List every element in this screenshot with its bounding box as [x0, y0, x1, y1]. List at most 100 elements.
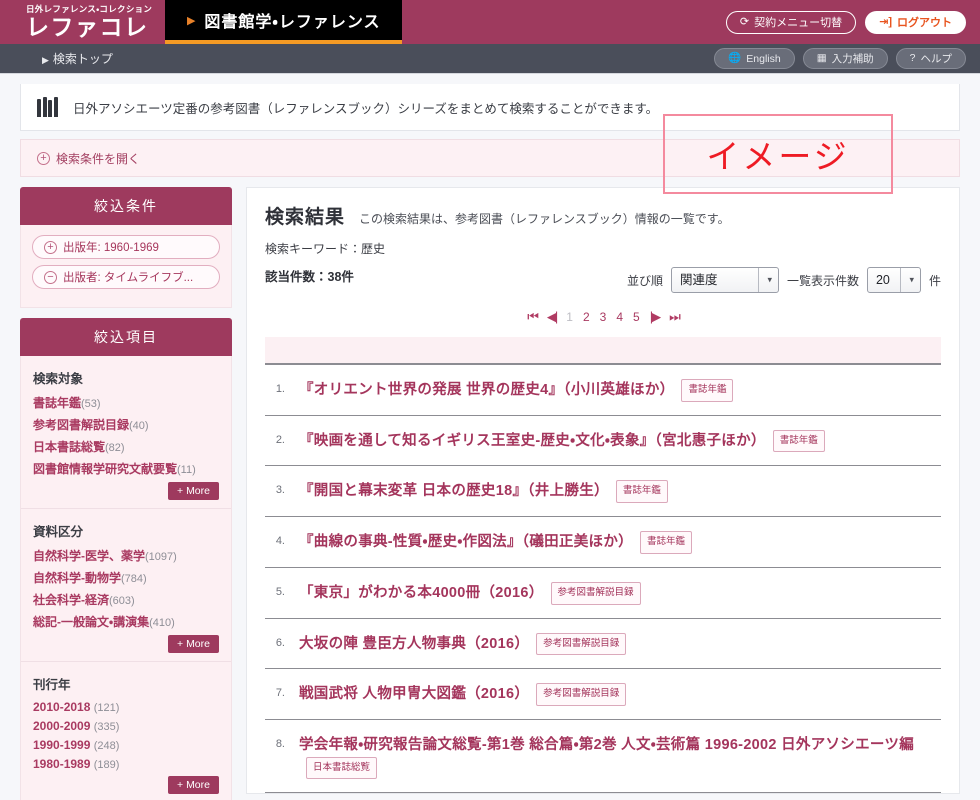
facet-item[interactable]: 1980-1989 (189) [33, 757, 219, 771]
result-row: 8. 学会年報・研究報告論文総覧-第1巻 総合篇・第2巻 人文・芸術篇 1996… [265, 720, 941, 794]
facet-item-label: 自然科学-医学、薬学 [33, 549, 145, 563]
pagination-next-button[interactable]: |▶ [650, 309, 661, 325]
result-title-link[interactable]: 学会年報・研究報告論文総覧-第1巻 総合篇・第2巻 人文・芸術篇 1996‐20… [299, 737, 914, 753]
logo-title: レファコレ [26, 13, 149, 40]
facet-item-count: (11) [177, 464, 196, 476]
filter-conditions-body: + 出版年: 1960-1969 − 出版者: タイムライフブ... [20, 225, 232, 308]
facet-item-label: 図書館情報学研究文献要覧 [33, 462, 178, 476]
input-help-button[interactable]: ▦ 入力補助 [802, 48, 888, 69]
secondary-nav-actions: 🌐 English ▦ 入力補助 ? ヘルプ [714, 48, 966, 69]
facet-item[interactable]: 2010-2018 (121) [33, 700, 219, 714]
result-index: 7. [275, 687, 285, 700]
pagination-last-button[interactable]: ⏭ [669, 309, 681, 325]
filter-chip-publication-year[interactable]: + 出版年: 1960-1969 [32, 235, 220, 259]
facet-item-label: 参考図書解説目録 [33, 418, 130, 432]
logout-label: ログアウト [897, 17, 952, 29]
contract-menu-switch-button[interactable]: ⟳ 契約メニュー切替 [725, 10, 857, 34]
filter-chip-publisher[interactable]: − 出版者: タイムライフブ... [32, 265, 220, 289]
facet-item[interactable]: 日本書誌総覧(82) [33, 438, 219, 455]
result-source-badge[interactable]: 書誌年鑑 [639, 531, 692, 554]
facet-item[interactable]: 1990-1999 (248) [33, 738, 219, 752]
result-title-link[interactable]: 『曲線の事典-性質・歴史・作図法』（礒田正美ほか） [299, 534, 633, 550]
result-row: 7. 戦国武将 人物甲冑大図鑑（2016） 参考図書解説目録 [265, 669, 941, 721]
refresh-icon: ⟳ [739, 15, 750, 28]
per-page-select-wrap: 20 [866, 267, 921, 293]
brand-actions: ⟳ 契約メニュー切替 ⇥] ログアウト [725, 10, 980, 34]
facet-item[interactable]: 参考図書解説目録(40) [33, 416, 219, 433]
result-source-badge[interactable]: 書誌年鑑 [772, 429, 825, 453]
facet-item-label: 社会科学-経済 [33, 593, 109, 607]
search-results-panel: 検索結果 この検索結果は、参考図書（レファレンスブック）情報の一覧です。 検索キ… [246, 187, 960, 795]
per-page-select[interactable]: 20 [866, 267, 921, 293]
help-button[interactable]: ? ヘルプ [895, 48, 966, 69]
facet-item[interactable]: 書誌年鑑(53) [33, 394, 219, 411]
facet-title: 刊行年 [33, 678, 71, 692]
result-source-badge[interactable]: 日本書誌総覧 [306, 756, 378, 780]
open-search-conditions-bar[interactable]: + 検索条件を開く [20, 139, 960, 177]
facet-item[interactable]: 総記-一般論文・講演集(410) [33, 613, 219, 630]
result-source-badge[interactable]: 参考図書解説目録 [536, 632, 627, 656]
active-collection-tab[interactable]: ▶ 図書館学・レファレンス [165, 0, 403, 44]
question-icon: ? [909, 52, 916, 65]
help-label: ヘルプ [920, 53, 953, 65]
results-subtitle: この検索結果は、参考図書（レファレンスブック）情報の一覧です。 [359, 212, 730, 226]
pagination: ⏮ ◀| 1 2 3 4 5 |▶ ⏭ [265, 309, 941, 325]
facet-item[interactable]: 自然科学-医学、薬学(1097) [33, 547, 219, 564]
site-logo[interactable]: 日外レファレンス・コレクション レファコレ [0, 5, 152, 39]
pagination-page-5[interactable]: 5 [633, 310, 640, 324]
facet-more-button[interactable]: + More [168, 635, 219, 653]
pagination-first-button[interactable]: ⏮ [527, 309, 539, 325]
facet-more-wrap: + More [33, 635, 219, 653]
facet-more-button[interactable]: + More [168, 776, 219, 794]
facet-item[interactable]: 2000-2009 (335) [33, 719, 219, 733]
facet-item-count: (603) [109, 595, 135, 607]
logout-button[interactable]: ⇥] ログアウト [865, 10, 966, 34]
facet-item-count: (53) [81, 398, 101, 410]
facet-item-count: (248) [93, 740, 120, 752]
pagination-page-4[interactable]: 4 [616, 310, 623, 324]
sort-order-select[interactable]: 関連度 [670, 267, 779, 293]
result-title-link[interactable]: 『映画を通して知るイギリス王室史-歴史・文化・表象』（宮北惠子ほか） [299, 433, 766, 449]
plus-circle-icon: + [37, 151, 50, 165]
facet-item[interactable]: 自然科学-動物学(784) [33, 569, 219, 586]
facet-item-label: 日本書誌総覧 [33, 440, 106, 454]
result-title-link[interactable]: 大坂の陣 豊臣方人物事典（2016） [299, 636, 529, 652]
facet-more-button[interactable]: + More [168, 482, 219, 500]
facet-item-count: (82) [105, 442, 125, 454]
result-index: 5. [275, 585, 285, 598]
facet-item-label: 総記-一般論文・講演集 [33, 615, 150, 629]
pagination-page-1[interactable]: 1 [566, 310, 573, 324]
filter-chip-label: 出版年: 1960-1969 [63, 242, 159, 254]
facet-item[interactable]: 図書館情報学研究文献要覧(11) [33, 460, 219, 477]
result-source-badge[interactable]: 参考図書解説目録 [536, 683, 627, 707]
facet-item-count: (410) [149, 617, 175, 629]
facet-item-label: 書誌年鑑 [33, 396, 82, 410]
page-content: 日外アソシエーツ定番の参考図書（レファレンスブック）シリーズをまとめて検索するこ… [0, 84, 980, 800]
english-button[interactable]: 🌐 English [714, 48, 795, 69]
facet-item-count: (1097) [145, 551, 177, 563]
result-index: 1. [275, 383, 285, 395]
breadcrumb[interactable]: ▶ 検索トップ [42, 50, 113, 67]
result-title-link[interactable]: 戦国武将 人物甲冑大図鑑（2016） [299, 686, 529, 702]
result-title-link[interactable]: 「東京」がわかる本4000冊（2016） [299, 585, 544, 601]
active-collection-tab-label: 図書館学・レファレンス [204, 14, 381, 31]
result-source-badge[interactable]: 参考図書解説目録 [550, 581, 641, 605]
pagination-page-3[interactable]: 3 [600, 310, 607, 324]
result-index: 6. [275, 636, 285, 649]
facet-more-wrap: + More [33, 482, 219, 500]
triangle-right-icon: ▶ [186, 14, 197, 27]
result-title-link[interactable]: 『開国と幕末変革 日本の歴史18』（井上勝生） [299, 483, 609, 499]
facet-item-label: 2010-2018 [33, 700, 91, 714]
pagination-prev-button[interactable]: ◀| [547, 309, 558, 325]
result-body: 大坂の陣 豊臣方人物事典（2016） 参考図書解説目録 [299, 632, 937, 656]
result-title-link[interactable]: 『オリエント世界の発展 世界の歴史4』（小川英雄ほか） [299, 382, 674, 398]
facet-item-count: (121) [93, 702, 120, 714]
result-source-badge[interactable]: 書誌年鑑 [681, 379, 734, 402]
english-label: English [746, 52, 781, 65]
pagination-page-2[interactable]: 2 [583, 310, 590, 324]
facet-item-label: 1980-1989 [33, 757, 91, 771]
result-body: 「東京」がわかる本4000冊（2016） 参考図書解説目録 [299, 581, 937, 605]
facet-item[interactable]: 社会科学-経済(603) [33, 591, 219, 608]
result-source-badge[interactable]: 書誌年鑑 [615, 480, 668, 504]
facet-item-count: (335) [93, 721, 120, 733]
